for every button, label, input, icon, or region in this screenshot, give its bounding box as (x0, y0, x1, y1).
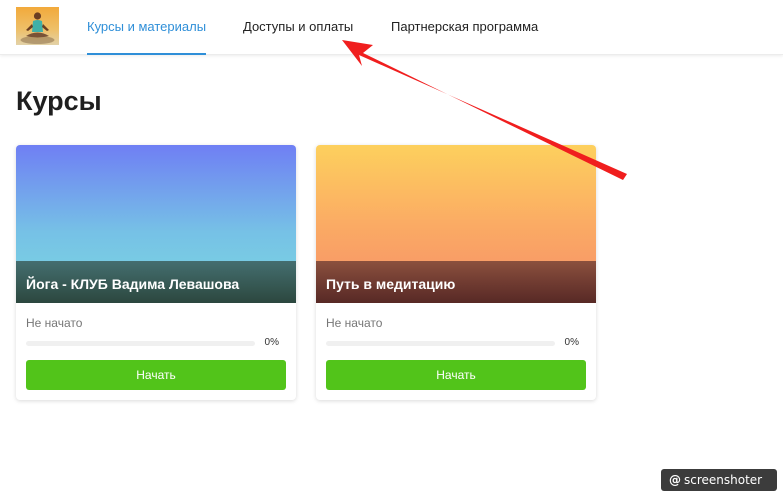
course-card[interactable]: Йога - КЛУБ Вадима Левашова Не начато 0%… (16, 145, 296, 400)
at-icon: @ (669, 473, 681, 487)
nav-tab-access-payments[interactable]: Доступы и оплаты (243, 0, 353, 55)
course-card[interactable]: Путь в медитацию Не начато 0% Начать (316, 145, 596, 400)
meditating-person-icon (20, 12, 55, 44)
progress-percent: 0% (264, 337, 279, 348)
course-cover[interactable]: Йога - КЛУБ Вадима Левашова (16, 145, 296, 303)
top-nav: Курсы и материалы Доступы и оплаты Партн… (0, 0, 783, 55)
start-course-button[interactable]: Начать (326, 360, 586, 390)
course-status: Не начато (26, 316, 83, 330)
progress-bar (326, 341, 555, 346)
start-course-button[interactable]: Начать (26, 360, 286, 390)
nav-tab-partner-program[interactable]: Партнерская программа (391, 0, 538, 55)
nav-tab-courses[interactable]: Курсы и материалы (87, 0, 207, 55)
progress-percent: 0% (564, 337, 579, 348)
watermark-text: screenshoter (684, 473, 763, 487)
progress-bar (26, 341, 255, 346)
page-title: Курсы (16, 86, 102, 116)
course-title[interactable]: Йога - КЛУБ Вадима Левашова (26, 276, 239, 292)
course-cover[interactable]: Путь в медитацию (316, 145, 596, 303)
page: Курсы и материалы Доступы и оплаты Партн… (0, 0, 783, 497)
screenshoter-watermark: @ screenshoter (661, 469, 777, 491)
logo[interactable] (16, 7, 59, 45)
course-status: Не начато (326, 316, 383, 330)
course-title[interactable]: Путь в медитацию (326, 276, 455, 292)
